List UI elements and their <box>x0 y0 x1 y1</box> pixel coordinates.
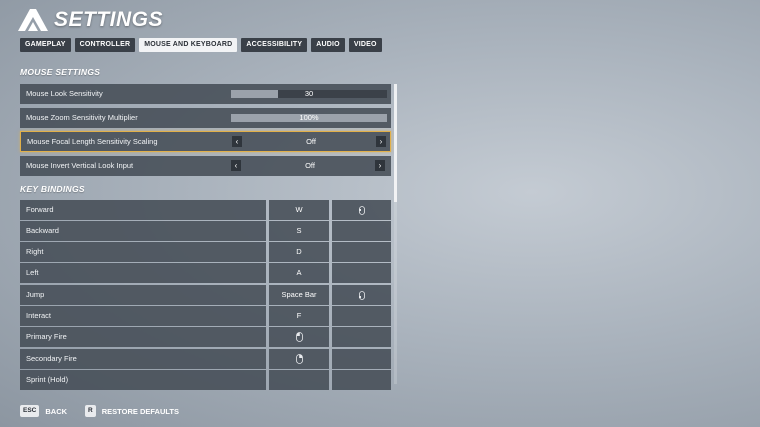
mouse-side-button-icon <box>358 205 365 215</box>
keybind-secondary-slot[interactable] <box>332 306 391 326</box>
keybind-secondary-slot[interactable] <box>332 263 391 283</box>
select-value: Off <box>305 161 315 170</box>
game-logo-icon <box>18 9 48 31</box>
keybind-secondary-slot[interactable] <box>332 200 391 220</box>
keybind-secondary-slot[interactable] <box>332 221 391 241</box>
keybind-secondary-slot[interactable] <box>332 349 391 369</box>
chevron-right-icon[interactable]: › <box>375 160 385 171</box>
setting-row-mouse-zoom-sensitivity-multiplier[interactable]: Mouse Zoom Sensitivity Multiplier 100% <box>20 108 391 128</box>
setting-row-mouse-look-sensitivity[interactable]: Mouse Look Sensitivity 30 <box>20 84 391 104</box>
keybind-action: Jump <box>20 285 266 305</box>
keybind-primary-slot[interactable]: Space Bar <box>269 285 329 305</box>
setting-label: Mouse Focal Length Sensitivity Scaling <box>27 137 158 146</box>
mouse-left-click-icon <box>295 332 303 342</box>
tab-video[interactable]: VIDEO <box>348 38 382 52</box>
keybind-secondary-slot[interactable] <box>332 370 391 390</box>
keybind-primary-slot[interactable] <box>269 370 329 390</box>
tab-bar: GAMEPLAY CONTROLLER MOUSE AND KEYBOARD A… <box>20 38 382 52</box>
keybind-action: Interact <box>20 306 266 326</box>
restore-defaults-button[interactable]: RESTORE DEFAULTS <box>102 407 179 416</box>
keybind-action: Forward <box>20 200 266 220</box>
keybind-secondary-slot[interactable] <box>332 327 391 347</box>
keybind-action: Secondary Fire <box>20 349 266 369</box>
setting-row-mouse-invert-vertical-look-input[interactable]: Mouse Invert Vertical Look Input ‹ Off › <box>20 156 391 176</box>
keybind-primary-slot[interactable] <box>269 327 329 347</box>
keybind-primary-slot[interactable] <box>269 349 329 369</box>
keybind-action: Backward <box>20 221 266 241</box>
tab-controller[interactable]: CONTROLLER <box>74 38 136 52</box>
esc-keycap-icon: ESC <box>20 405 40 417</box>
setting-label: Mouse Zoom Sensitivity Multiplier <box>26 113 138 122</box>
r-keycap-icon: R <box>85 405 96 417</box>
keybind-primary-slot[interactable]: A <box>269 263 329 283</box>
keybind-primary-slot[interactable]: D <box>269 242 329 262</box>
keybind-action: Sprint (Hold) <box>20 370 266 390</box>
mouse-right-click-icon <box>295 354 303 364</box>
keybind-secondary-slot[interactable] <box>332 242 391 262</box>
keybind-action: Right <box>20 242 266 262</box>
keybind-secondary-slot[interactable] <box>332 285 391 305</box>
slider-value: 30 <box>304 89 314 98</box>
setting-row-mouse-focal-length-sensitivity-scaling[interactable]: Mouse Focal Length Sensitivity Scaling ‹… <box>20 131 391 152</box>
select-value: Off <box>306 137 316 146</box>
tab-gameplay[interactable]: GAMEPLAY <box>20 38 71 52</box>
chevron-left-icon[interactable]: ‹ <box>232 136 242 147</box>
tab-accessibility[interactable]: ACCESSIBILITY <box>241 38 308 52</box>
keybind-action: Primary Fire <box>20 327 266 347</box>
mouse-side-button-icon <box>358 290 365 300</box>
keybind-action: Left <box>20 263 266 283</box>
section-heading-mouse-settings: MOUSE SETTINGS <box>20 67 101 77</box>
slider-value: 100% <box>299 113 319 122</box>
keybind-primary-slot[interactable]: F <box>269 306 329 326</box>
keybind-primary-slot[interactable]: W <box>269 200 329 220</box>
setting-label: Mouse Look Sensitivity <box>26 89 103 98</box>
chevron-right-icon[interactable]: › <box>376 136 386 147</box>
tab-mouse-and-keyboard[interactable]: MOUSE AND KEYBOARD <box>139 38 238 52</box>
scrollbar-thumb[interactable] <box>394 84 397 202</box>
footer-hints: ESC BACK R RESTORE DEFAULTS <box>20 405 179 417</box>
keybind-primary-slot[interactable]: S <box>269 221 329 241</box>
setting-label: Mouse Invert Vertical Look Input <box>26 161 134 170</box>
page-title: SETTINGS <box>54 8 164 31</box>
tab-audio[interactable]: AUDIO <box>311 38 345 52</box>
chevron-left-icon[interactable]: ‹ <box>231 160 241 171</box>
back-button[interactable]: BACK <box>45 407 67 416</box>
section-heading-key-bindings: KEY BINDINGS <box>20 184 85 194</box>
